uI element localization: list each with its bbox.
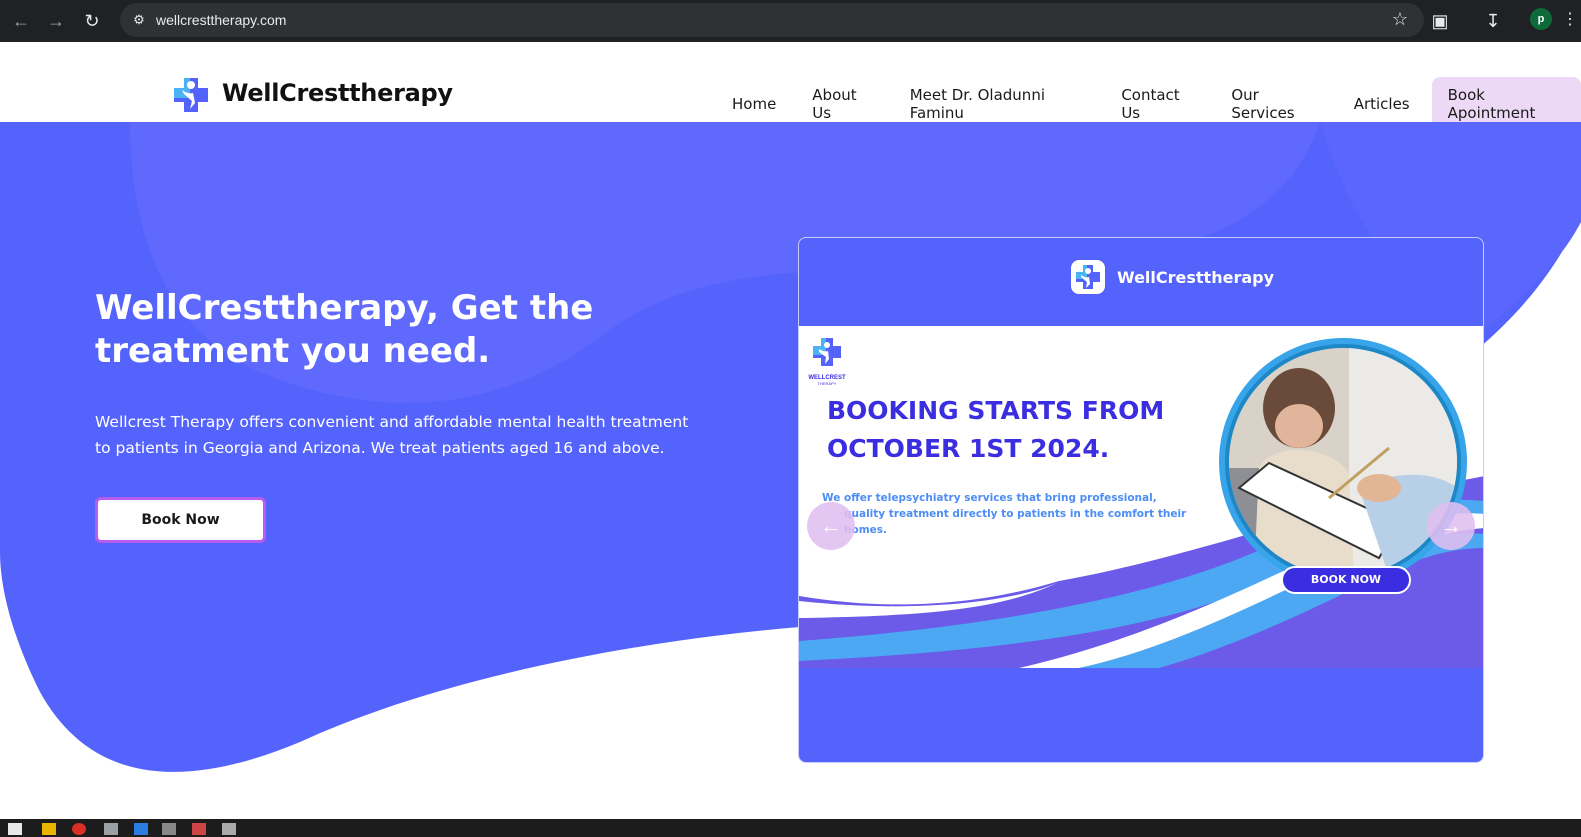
slider-card: WellCresttherapy WELLCREST THERAPY BOOKI… (798, 237, 1484, 763)
address-bar[interactable]: ⚙ wellcresttherapy.com ☆ (120, 3, 1424, 37)
wellcrest-logo-icon (174, 78, 208, 112)
reload-icon[interactable]: ↻ (79, 8, 105, 34)
forward-icon[interactable]: → (43, 8, 69, 34)
extensions-icon[interactable]: ▣ (1427, 8, 1453, 34)
nav-home[interactable]: Home (714, 87, 794, 121)
taskbar-app-icon[interactable] (192, 823, 206, 835)
slider-next-arrow-icon[interactable]: → (1427, 502, 1475, 550)
hero-title: WellCresttherapy, Get the treatment you … (95, 288, 594, 371)
hero-section: WellCresttherapy, Get the treatment you … (0, 122, 1581, 819)
slide-subtext-line2: quality treatment directly to patients i… (844, 508, 1187, 536)
file-explorer-icon[interactable] (42, 823, 56, 835)
windows-start-icon[interactable] (8, 823, 22, 835)
slide-book-now-button[interactable]: BOOK NOW (1281, 566, 1411, 594)
slide-photo-frame (1219, 338, 1467, 586)
slider-brand: WellCresttherapy (1071, 260, 1274, 294)
slider-prev-arrow-icon[interactable]: ← (807, 502, 855, 550)
slide-logo-subtext: THERAPY (817, 381, 837, 386)
download-icon[interactable]: ↧ (1480, 8, 1506, 34)
slider-brand-name: WellCresttherapy (1117, 267, 1275, 287)
site-header: WellCresttherapy Home About Us Meet Dr. … (0, 42, 1581, 131)
brand[interactable]: WellCresttherapy (170, 72, 453, 114)
slide: WELLCREST THERAPY BOOKING STARTS FROM OC… (799, 326, 1483, 668)
bookmark-star-icon[interactable]: ☆ (1392, 9, 1408, 30)
taskbar-app-icon[interactable] (222, 823, 236, 835)
taskbar-app-icon[interactable] (162, 823, 176, 835)
wellcrest-logo-icon (1071, 260, 1105, 294)
url-text[interactable]: wellcresttherapy.com (156, 12, 286, 28)
therapy-session-photo (1225, 344, 1461, 580)
os-taskbar (0, 819, 1581, 837)
vscode-icon[interactable] (134, 823, 148, 835)
back-icon[interactable]: ← (8, 8, 34, 34)
slide-logo: WELLCREST THERAPY (807, 334, 847, 386)
brand-name: WellCresttherapy (222, 79, 453, 107)
taskbar-app-icon[interactable] (104, 823, 118, 835)
browser-toolbar: ← → ↻ ⚙ wellcresttherapy.com ☆ ▣ ↧ p ⋮ (0, 0, 1581, 42)
nav-articles[interactable]: Articles (1336, 87, 1428, 121)
slide-subtext: We offer telepsychiatry services that br… (822, 490, 1222, 538)
profile-avatar[interactable]: p (1530, 8, 1552, 30)
slide-subtext-line1: We offer telepsychiatry services that br… (822, 492, 1157, 504)
wellcrest-logo-icon (813, 338, 841, 366)
slide-headline: BOOKING STARTS FROM OCTOBER 1ST 2024. (827, 396, 1165, 463)
hero-description: Wellcrest Therapy offers convenient and … (95, 413, 689, 457)
menu-kebab-icon[interactable]: ⋮ (1562, 9, 1578, 29)
book-now-button[interactable]: Book Now (95, 497, 266, 543)
chrome-icon[interactable] (72, 823, 86, 835)
site-info-icon[interactable]: ⚙ (130, 11, 148, 29)
